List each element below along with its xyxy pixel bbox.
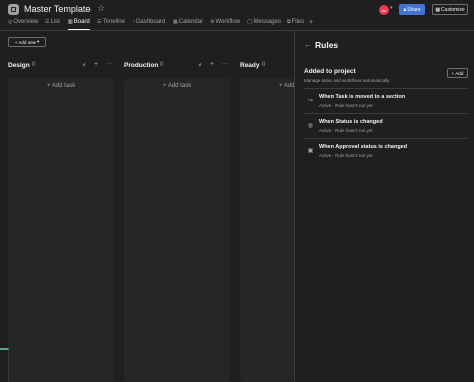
tab-messages[interactable]: ◯Messages xyxy=(247,19,281,25)
rules-panel: ← Rules Added to project Manage tasks an… xyxy=(294,31,474,382)
column-count: 0 xyxy=(32,62,36,68)
overview-icon: ◎ xyxy=(8,19,13,25)
add-task-plus-icon[interactable]: + xyxy=(94,61,98,68)
tab-files[interactable]: ⧉Files xyxy=(287,19,304,25)
add-task-label: Add task xyxy=(51,83,76,89)
project-title[interactable]: Master Template xyxy=(24,4,90,14)
avatar[interactable]: AA xyxy=(379,5,389,15)
add-new-button[interactable]: + Add new ▾ xyxy=(8,37,46,47)
approval-icon: ▣ xyxy=(307,148,314,154)
add-task-label: Add task xyxy=(167,83,192,89)
files-icon: ⧉ xyxy=(287,19,291,25)
lightning-icon[interactable]: ⚡︎ xyxy=(198,62,202,69)
rule-name: When Task is moved to a section xyxy=(319,94,406,100)
plus-icon: + xyxy=(14,39,18,45)
rule-name: When Status is changed xyxy=(319,119,383,125)
customize-button[interactable]: ▦ Customize xyxy=(432,4,468,15)
column-title-design[interactable]: Design xyxy=(8,62,30,69)
tab-workflow[interactable]: ⚙Workflow xyxy=(210,19,240,25)
share-button[interactable]: 🔒︎ Share xyxy=(399,4,425,15)
chevron-down-icon: ▾ xyxy=(36,39,40,44)
dashboard-icon: ◔ xyxy=(132,19,136,25)
more-options-icon[interactable]: ··· xyxy=(106,61,112,67)
status-icon: ◍ xyxy=(307,123,314,129)
move-section-icon: ↪ xyxy=(307,98,314,104)
rule-status: Active · Rule hasn't run yet xyxy=(319,153,373,158)
tab-overview[interactable]: ◎Overview xyxy=(8,19,38,25)
add-tab-icon[interactable]: + xyxy=(309,19,313,26)
add-task-button[interactable]: + Add task xyxy=(47,83,75,89)
add-task-plus-icon[interactable]: + xyxy=(210,61,214,68)
rule-item[interactable]: ↪ When Task is moved to a section Active… xyxy=(304,88,468,112)
column-title-ready[interactable]: Ready xyxy=(240,62,260,69)
workflow-icon: ⚙ xyxy=(210,19,215,25)
calendar-icon: ▦ xyxy=(173,19,178,25)
back-arrow-icon[interactable]: ← xyxy=(304,40,312,49)
tab-label: Timeline xyxy=(102,19,125,25)
tab-dashboard[interactable]: ◔Dashboard xyxy=(132,19,165,25)
add-new-label: Add new xyxy=(18,39,36,45)
top-bar: Master Template ⌄ ☆ AA ▾ 🔒︎ Share ▦ Cust… xyxy=(0,0,474,18)
rule-status: Active · Rule hasn't run yet xyxy=(319,128,373,133)
add-rule-button[interactable]: + Add xyxy=(447,68,468,78)
members-chevron-icon[interactable]: ▾ xyxy=(390,5,393,11)
tab-label: Messages xyxy=(253,19,281,25)
rule-item[interactable]: ◍ When Status is changed Active · Rule h… xyxy=(304,113,468,137)
column-count: 0 xyxy=(262,62,266,68)
plus-icon: + xyxy=(451,70,455,76)
tab-timeline[interactable]: ☰Timeline xyxy=(97,19,125,25)
tab-board[interactable]: ▥Board xyxy=(68,19,90,25)
board-column-design[interactable] xyxy=(8,78,114,382)
tab-calendar[interactable]: ▦Calendar xyxy=(173,19,203,25)
more-options-icon[interactable]: ··· xyxy=(222,61,228,67)
star-icon[interactable]: ☆ xyxy=(97,3,105,14)
messages-icon: ◯ xyxy=(247,19,253,25)
board-column-ready[interactable] xyxy=(240,78,294,382)
share-button-label: Share xyxy=(407,6,421,13)
board-icon: ▥ xyxy=(68,19,73,25)
chevron-down-icon[interactable]: ⌄ xyxy=(87,5,93,13)
timeline-icon: ☰ xyxy=(97,19,102,25)
tab-label: Calendar xyxy=(178,19,204,25)
customize-button-label: Customize xyxy=(441,6,465,13)
column-title-production[interactable]: Production xyxy=(124,62,158,69)
panel-title: Rules xyxy=(315,40,339,50)
section-title: Added to project xyxy=(304,68,356,75)
add-task-button[interactable]: + Add task xyxy=(163,83,191,89)
lightning-icon[interactable]: ⚡︎ xyxy=(82,62,86,69)
list-icon: ☰ xyxy=(45,19,50,25)
lock-icon: 🔒︎ xyxy=(403,6,407,13)
tab-label: Files xyxy=(291,19,305,25)
tab-list[interactable]: ☰List xyxy=(45,19,60,25)
tab-label: Dashboard xyxy=(136,19,166,25)
customize-icon: ▦ xyxy=(435,6,441,13)
tab-label: Workflow xyxy=(215,19,241,25)
rule-item[interactable]: ▣ When Approval status is changed Active… xyxy=(304,138,468,162)
tab-label: Overview xyxy=(13,19,39,25)
rule-status: Active · Rule hasn't run yet xyxy=(319,103,373,108)
sidebar-edge xyxy=(0,348,9,382)
project-icon[interactable] xyxy=(8,4,19,15)
board-column-production[interactable] xyxy=(124,78,230,382)
tab-label: Board xyxy=(73,19,90,25)
section-subtitle: Manage tasks and workflows automatically… xyxy=(304,78,391,83)
column-count: 0 xyxy=(160,62,164,68)
rule-name: When Approval status is changed xyxy=(319,144,408,150)
add-rule-label: Add xyxy=(455,70,464,76)
tab-label: List xyxy=(50,19,60,25)
